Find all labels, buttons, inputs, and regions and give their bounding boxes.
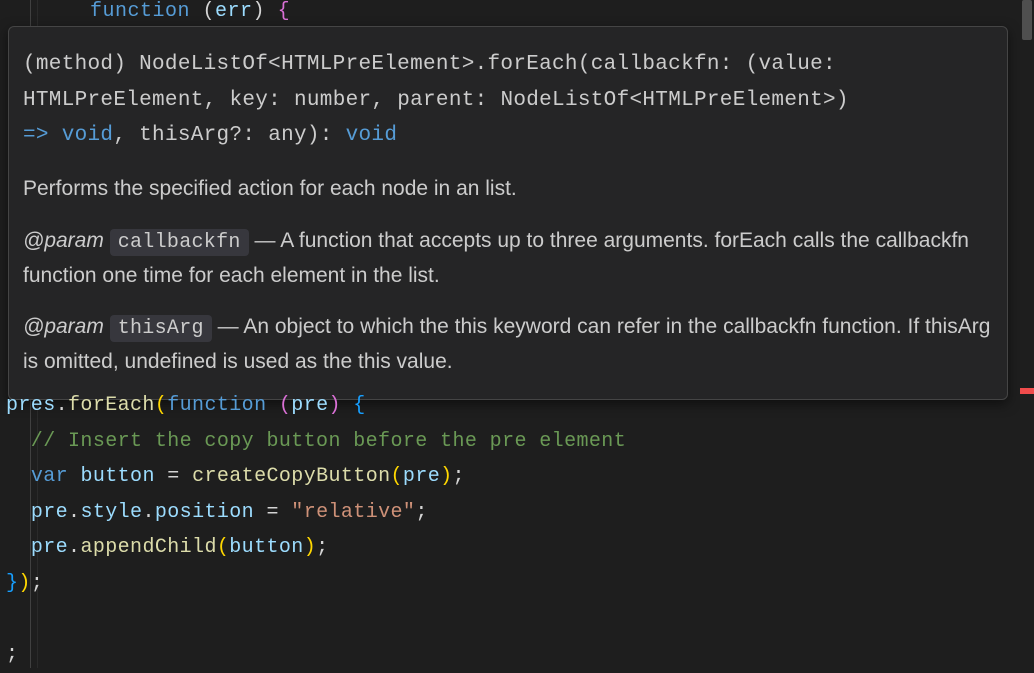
vertical-scrollbar[interactable] — [1020, 0, 1034, 668]
code-block[interactable]: pres.forEach(function (pre) { // Insert … — [6, 388, 626, 673]
comment: // Insert the copy button before the pre… — [6, 430, 626, 453]
scrollbar-thumb[interactable] — [1022, 0, 1032, 40]
code-line-top[interactable]: function (err) { — [90, 0, 290, 22]
hover-description: Performs the specified action for each n… — [23, 172, 993, 206]
error-marker[interactable] — [1020, 388, 1034, 394]
param-name-thisarg: thisArg — [110, 315, 212, 342]
hover-param-thisarg: @param thisArg — An object to which the … — [23, 310, 993, 379]
signature: (method) NodeListOf<HTMLPreElement>.forE… — [23, 47, 993, 154]
param-err: err — [215, 0, 253, 23]
param-tag: @param — [23, 315, 104, 338]
hover-tooltip[interactable]: (method) NodeListOf<HTMLPreElement>.forE… — [8, 26, 1008, 400]
keyword-function: function — [90, 0, 190, 23]
param-tag: @param — [23, 229, 104, 252]
param-name-callbackfn: callbackfn — [110, 229, 249, 256]
hover-param-callbackfn: @param callbackfn — A function that acce… — [23, 224, 993, 293]
